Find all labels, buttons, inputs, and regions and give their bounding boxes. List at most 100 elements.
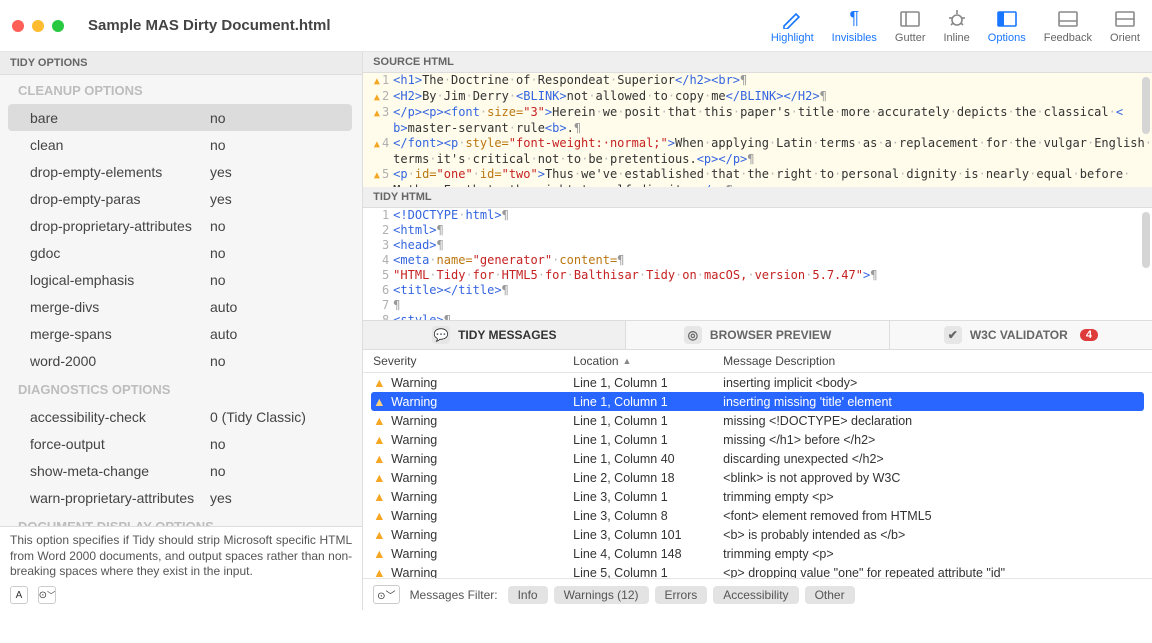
tool-gutter[interactable]: Gutter	[895, 8, 926, 44]
window-title: Sample MAS Dirty Document.html	[88, 17, 331, 34]
message-row[interactable]: ▲WarningLine 1, Column 1missing </h1> be…	[371, 430, 1144, 449]
pilcrow-icon: ¶	[841, 8, 867, 30]
warning-icon: ▲	[373, 433, 391, 447]
option-row[interactable]: merge-divsauto	[0, 293, 360, 320]
msg-location: Line 2, Column 18	[573, 471, 723, 485]
section-header: CLEANUP OPTIONS	[0, 75, 360, 104]
text-size-button[interactable]: A	[10, 586, 28, 604]
right-pane: SOURCE HTML ▲1<h1>The·Doctrine·of·Respon…	[363, 52, 1152, 610]
col-location[interactable]: Location▲	[573, 354, 723, 368]
more-menu-button[interactable]: ⊙﹀	[38, 586, 56, 604]
option-value: no	[210, 353, 226, 369]
tab-w3c-validator[interactable]: ✔ W3C VALIDATOR 4	[889, 321, 1152, 349]
msg-location: Line 5, Column 1	[573, 566, 723, 578]
tool-orient[interactable]: Orient	[1110, 8, 1140, 44]
option-row[interactable]: drop-proprietary-attributesno	[0, 212, 360, 239]
msg-location: Line 1, Column 1	[573, 414, 723, 428]
tool-label: Inline	[944, 32, 970, 44]
tidy-html-viewer[interactable]: 1<!DOCTYPE·html>¶2<html>¶3<head>¶4<meta·…	[363, 208, 1152, 320]
message-row[interactable]: ▲WarningLine 1, Column 1inserting implic…	[371, 373, 1144, 392]
tab-browser-preview[interactable]: ◎ BROWSER PREVIEW	[625, 321, 888, 349]
message-row[interactable]: ▲WarningLine 1, Column 40discarding unex…	[371, 449, 1144, 468]
col-description[interactable]: Message Description	[723, 354, 1152, 368]
tool-label: Feedback	[1044, 32, 1092, 44]
source-html-editor[interactable]: ▲1<h1>The·Doctrine·of·Respondeat·Superio…	[363, 73, 1152, 187]
option-value: no	[210, 463, 226, 479]
option-description: This option specifies if Tidy should str…	[10, 533, 352, 580]
msg-description: trimming empty <p>	[723, 547, 1144, 561]
sidebar-footer: This option specifies if Tidy should str…	[0, 526, 362, 610]
option-row[interactable]: logical-emphasisno	[0, 266, 360, 293]
option-value: auto	[210, 299, 237, 315]
option-value: auto	[210, 326, 237, 342]
filter-chip[interactable]: Warnings (12)	[554, 586, 649, 604]
tool-inline[interactable]: Inline	[944, 8, 970, 44]
msg-location: Line 3, Column 101	[573, 528, 723, 542]
warning-icon: ▲	[373, 395, 391, 409]
scrollbar[interactable]	[1142, 212, 1150, 268]
scrollbar[interactable]	[1142, 77, 1150, 134]
msg-description: discarding unexpected </h2>	[723, 452, 1144, 466]
option-row[interactable]: bareno	[8, 104, 352, 131]
sort-asc-icon: ▲	[623, 356, 632, 366]
message-row[interactable]: ▲WarningLine 1, Column 1missing <!DOCTYP…	[371, 411, 1144, 430]
error-count-badge: 4	[1080, 329, 1098, 341]
filter-chip[interactable]: Info	[508, 586, 548, 604]
msg-description: inserting missing 'title' element	[723, 395, 1144, 409]
tool-highlight[interactable]: Highlight	[771, 8, 814, 44]
option-row[interactable]: gdocno	[0, 239, 360, 266]
msg-location: Line 3, Column 1	[573, 490, 723, 504]
message-row[interactable]: ▲WarningLine 5, Column 1<p> dropping val…	[371, 563, 1144, 578]
option-row[interactable]: merge-spansauto	[0, 320, 360, 347]
option-key: accessibility-check	[30, 409, 210, 425]
tool-feedback[interactable]: Feedback	[1044, 8, 1092, 44]
minimize-window-button[interactable]	[32, 20, 44, 32]
option-row[interactable]: force-outputno	[0, 430, 360, 457]
option-key: force-output	[30, 436, 210, 452]
option-key: warn-proprietary-attributes	[30, 490, 210, 506]
messages-list[interactable]: ▲WarningLine 1, Column 1inserting implic…	[363, 373, 1152, 578]
pencil-icon	[779, 8, 805, 30]
filter-chip[interactable]: Accessibility	[713, 586, 798, 604]
col-severity[interactable]: Severity	[373, 354, 573, 368]
option-row[interactable]: drop-empty-elementsyes	[0, 158, 360, 185]
filter-chip[interactable]: Errors	[655, 586, 708, 604]
panel-left-icon	[994, 8, 1020, 30]
message-row[interactable]: ▲WarningLine 3, Column 1trimming empty <…	[371, 487, 1144, 506]
tool-label: Invisibles	[832, 32, 877, 44]
option-value: 0 (Tidy Classic)	[210, 409, 306, 425]
option-key: drop-empty-paras	[30, 191, 210, 207]
tab-tidy-messages[interactable]: 💬 TIDY MESSAGES	[363, 321, 625, 349]
filter-chip[interactable]: Other	[805, 586, 855, 604]
sidebar-header: TIDY OPTIONS	[0, 52, 362, 75]
options-list[interactable]: CLEANUP OPTIONSbarenocleannodrop-empty-e…	[0, 75, 362, 526]
message-row[interactable]: ▲WarningLine 4, Column 148trimming empty…	[371, 544, 1144, 563]
option-value: no	[210, 218, 226, 234]
message-row[interactable]: ▲WarningLine 1, Column 1inserting missin…	[371, 392, 1144, 411]
sidebar: TIDY OPTIONS CLEANUP OPTIONSbarenocleann…	[0, 52, 363, 610]
msg-severity: Warning	[391, 566, 573, 578]
option-row[interactable]: warn-proprietary-attributesyes	[0, 484, 360, 511]
option-row[interactable]: cleanno	[0, 131, 360, 158]
message-row[interactable]: ▲WarningLine 3, Column 8<font> element r…	[371, 506, 1144, 525]
message-row[interactable]: ▲WarningLine 2, Column 18<blink> is not …	[371, 468, 1144, 487]
more-menu-button[interactable]: ⊙﹀	[373, 585, 399, 604]
warning-icon: ▲	[373, 509, 391, 523]
option-row[interactable]: accessibility-check0 (Tidy Classic)	[0, 403, 360, 430]
tool-options[interactable]: Options	[988, 8, 1026, 44]
close-window-button[interactable]	[12, 20, 24, 32]
message-row[interactable]: ▲WarningLine 3, Column 101<b> is probabl…	[371, 525, 1144, 544]
warning-icon: ▲	[373, 376, 391, 390]
option-value: no	[210, 436, 226, 452]
gutter-icon	[897, 8, 923, 30]
zoom-window-button[interactable]	[52, 20, 64, 32]
option-row[interactable]: word-2000no	[0, 347, 360, 374]
option-row[interactable]: show-meta-changeno	[0, 457, 360, 484]
tool-invisibles[interactable]: ¶ Invisibles	[832, 8, 877, 44]
msg-description: <blink> is not approved by W3C	[723, 471, 1144, 485]
option-row[interactable]: drop-empty-parasyes	[0, 185, 360, 212]
option-value: yes	[210, 164, 232, 180]
option-key: bare	[30, 110, 210, 126]
filter-label: Messages Filter:	[410, 588, 498, 602]
option-key: clean	[30, 137, 210, 153]
